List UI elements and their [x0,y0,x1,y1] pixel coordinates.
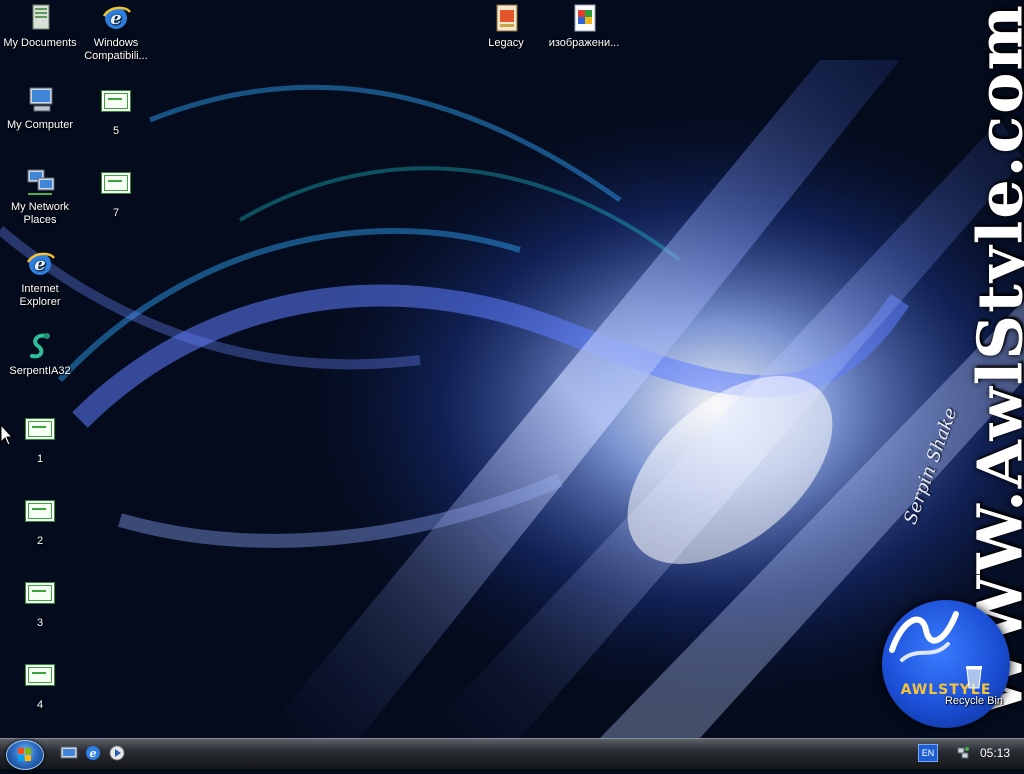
desktop-icon-3[interactable]: 3 [0,576,80,630]
internet-explorer-icon: e [84,744,102,762]
desktop-icon-my-network-places[interactable]: My Network Places [0,166,80,227]
desktop-icon-image-file[interactable]: изображени... [544,2,624,50]
desktop-icon-serpentia32[interactable]: SerpentIA32 [0,330,80,378]
certificate-icon [24,500,56,532]
show-desktop-icon [60,744,78,762]
desktop-icon-label: Internet Explorer [0,283,80,309]
language-indicator[interactable]: EN [918,744,938,762]
certificate-icon [100,172,132,204]
desktop-icon-label: My Documents [0,37,80,50]
desktop-icon-2[interactable]: 2 [0,494,80,548]
quick-launch-internet-explorer[interactable]: e [84,744,102,762]
desktop-icon-my-computer[interactable]: My Computer [0,84,80,132]
certificate-icon [100,90,132,122]
certificate-icon [24,664,56,696]
quick-launch-media-player[interactable] [108,744,126,762]
internet-explorer-icon: e [24,248,56,280]
desktop-icon-label: 1 [0,453,80,466]
desktop-icon-label: изображени... [544,37,624,50]
desktop-icon-label: Recycle Bin [934,695,1014,708]
svg-text:e: e [34,254,45,275]
desktop-icon-internet-explorer[interactable]: e Internet Explorer [0,248,80,309]
desktop-icon-label: 5 [76,125,156,138]
desktop-icon-label: My Network Places [0,201,80,227]
network-places-icon [24,166,56,198]
system-tray: EN 05:13 [910,740,1024,768]
my-computer-icon [24,84,56,116]
desktop-icon-label: SerpentIA32 [0,365,80,378]
certificate-icon [24,582,56,614]
desktop-icon-label: Windows Compatibili... [76,37,156,63]
desktop-icon-7[interactable]: 7 [76,166,156,220]
svg-text:e: e [90,747,97,760]
desktop-icon-recycle-bin[interactable]: Recycle Bin [934,660,1014,708]
legacy-app-icon [490,2,522,34]
quick-launch-show-desktop[interactable] [60,744,78,762]
desktop-icon-label: Legacy [466,37,546,50]
windows-logo-icon [7,741,43,769]
start-button[interactable] [6,740,44,770]
desktop-icon-label: 2 [0,535,80,548]
my-documents-icon [24,2,56,34]
desktop-icon-windows-compatibility[interactable]: e Windows Compatibili... [76,2,156,63]
desktop-icon-label: 4 [0,699,80,712]
serpent-icon [24,330,56,362]
desktop-icon-label: 7 [76,207,156,220]
certificate-icon [24,418,56,450]
desktop-icon-label: My Computer [0,119,80,132]
mouse-cursor-icon [0,424,14,446]
taskbar-clock[interactable]: 05:13 [980,746,1010,760]
image-file-icon [568,2,600,34]
recycle-bin-icon [958,660,990,692]
network-tray-icon[interactable] [956,746,970,760]
desktop-icon-legacy[interactable]: Legacy [466,2,546,50]
svg-text:e: e [110,8,121,29]
ie-shortcut-icon: e [100,2,132,34]
media-player-icon [108,744,126,762]
desktop-icon-label: 3 [0,617,80,630]
desktop-icon-4[interactable]: 4 [0,658,80,712]
desktop-icon-my-documents[interactable]: My Documents [0,2,80,50]
desktop-icon-5[interactable]: 5 [76,84,156,138]
taskbar [0,738,1024,769]
